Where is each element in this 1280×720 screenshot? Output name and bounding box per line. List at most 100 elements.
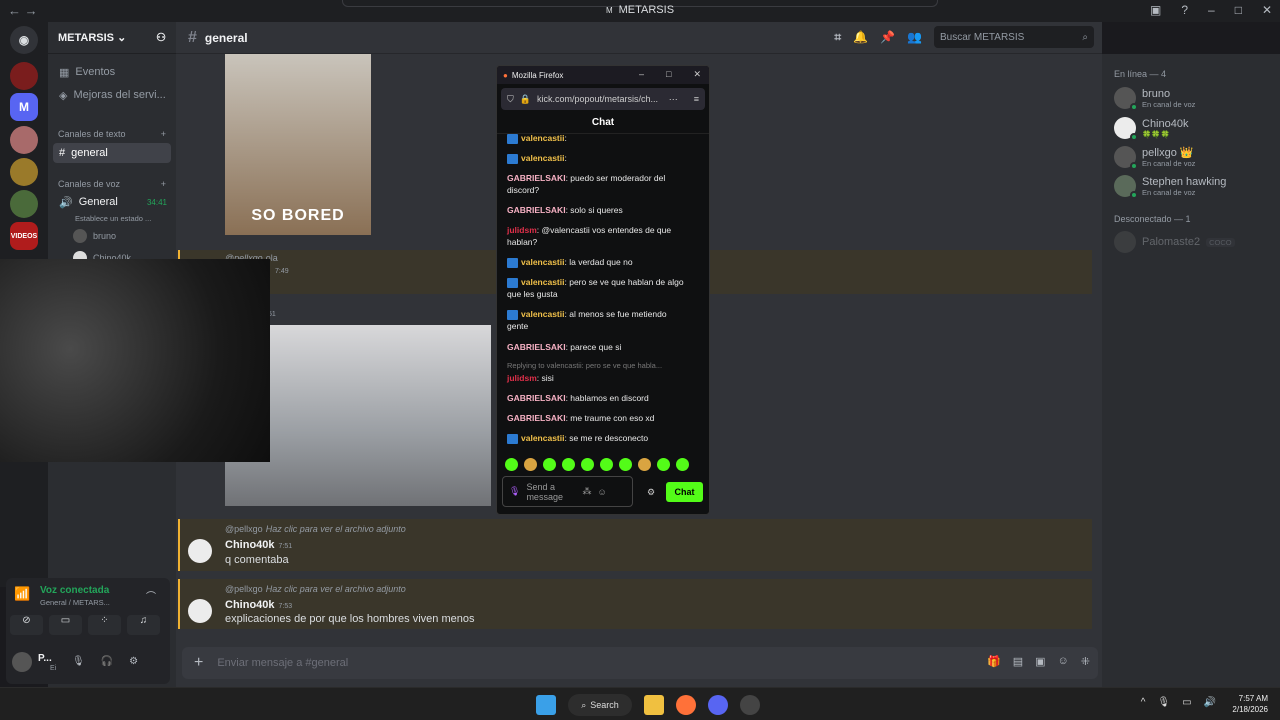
volume-icon[interactable]: 🔊 <box>1204 697 1216 708</box>
chat-username[interactable]: valencastii <box>521 133 564 143</box>
emote-icon[interactable] <box>619 458 632 471</box>
voice-title[interactable]: Voz conectada <box>40 585 109 596</box>
minimize-icon[interactable]: – <box>639 69 644 80</box>
chat-username[interactable]: valencastii <box>521 257 564 267</box>
windows-start-icon[interactable] <box>536 695 556 715</box>
mic-icon[interactable]: 🎙 <box>1157 697 1170 708</box>
server-icon-3[interactable] <box>10 126 38 154</box>
screen-share-button[interactable]: ▭ <box>49 615 82 635</box>
server-icon-videos[interactable]: VIDEOS <box>10 222 38 250</box>
emote-icon[interactable] <box>505 458 518 471</box>
chat-username[interactable]: valencastii <box>521 277 564 287</box>
soundboard-button[interactable]: ♫ <box>127 615 160 635</box>
maximize-icon[interactable]: □ <box>1235 3 1242 17</box>
firefox-icon[interactable] <box>676 695 696 715</box>
discord-home-icon[interactable]: ◉ <box>10 26 38 54</box>
avatar[interactable] <box>12 652 32 672</box>
clock[interactable]: 7:57 AM 2/18/2026 <box>1232 693 1268 715</box>
chat-username[interactable]: GABRIELSAKI <box>507 173 566 183</box>
emote-icon[interactable] <box>562 458 575 471</box>
member-palomaste[interactable]: Palomaste2 COCO <box>1114 228 1274 256</box>
emote-icon[interactable] <box>524 458 537 471</box>
emoji-icon[interactable]: ☺ <box>1058 655 1069 668</box>
voice-user-bruno[interactable]: bruno <box>53 226 171 246</box>
maximize-icon[interactable]: □ <box>666 69 671 80</box>
gif-image[interactable]: SO BORED <box>225 54 371 235</box>
disconnect-icon[interactable]: ⌒ <box>146 588 156 603</box>
composer-placeholder[interactable]: Enviar mensaje a #general <box>217 657 348 669</box>
more-icon[interactable]: ⋯ <box>669 94 678 105</box>
chat-username[interactable]: julidsm <box>507 373 537 383</box>
discord-icon[interactable] <box>708 695 728 715</box>
translate-icon[interactable]: ⁂ <box>582 486 591 497</box>
chat-username[interactable]: valencastii <box>521 433 564 443</box>
gif-icon[interactable]: ▤ <box>1013 655 1023 668</box>
threads-icon[interactable]: ⌗ <box>834 30 841 45</box>
emote-icon[interactable] <box>543 458 556 471</box>
close-icon[interactable]: ✕ <box>1262 3 1272 17</box>
close-icon[interactable]: ✕ <box>693 69 701 80</box>
mic-icon[interactable]: 🎙 <box>509 486 520 497</box>
activities-button[interactable]: ⁘ <box>88 615 121 635</box>
sticker-icon[interactable]: ▣ <box>1035 655 1045 668</box>
minimize-icon[interactable]: – <box>1208 3 1215 17</box>
firefox-titlebar[interactable]: ● Mozilla Firefox – □ ✕ <box>497 66 709 84</box>
search-input[interactable]: Buscar METARSIS ⌕ <box>934 26 1094 48</box>
send-chat-button[interactable]: Chat <box>666 482 703 502</box>
bell-icon[interactable]: 🔔 <box>853 30 868 44</box>
members-icon[interactable]: 👥 <box>907 30 922 44</box>
member-pellxgo[interactable]: pellxgo 👑 En canal de voz <box>1114 143 1274 171</box>
chat-username[interactable]: julidsm <box>507 225 537 235</box>
emote-icon[interactable] <box>581 458 594 471</box>
chat-username[interactable]: GABRIELSAKI <box>507 342 566 352</box>
headphones-icon[interactable]: 🎧 <box>101 656 113 667</box>
server-header[interactable]: METARSIS ⌄ ⚇ <box>48 22 176 54</box>
emote-icon[interactable] <box>600 458 613 471</box>
emoji-icon[interactable]: ☺ <box>597 487 606 497</box>
help-icon[interactable]: ? <box>1181 3 1188 17</box>
voice-category[interactable]: Canales de voz + <box>58 179 166 189</box>
chat-username[interactable]: valencastii <box>521 153 564 163</box>
chat-input[interactable]: 🎙 Send a message ⁂ ☺ <box>502 476 633 507</box>
emote-icon[interactable] <box>676 458 689 471</box>
emote-icon[interactable] <box>657 458 670 471</box>
app-icon[interactable] <box>740 695 760 715</box>
voice-status[interactable]: Establece un estado ... <box>53 208 171 228</box>
network-icon[interactable]: ▭ <box>1182 697 1191 708</box>
channel-general[interactable]: # general <box>53 143 171 163</box>
server-icon-5[interactable] <box>10 190 38 218</box>
text-category[interactable]: Canales de texto + <box>58 129 166 139</box>
url-bar[interactable]: ⛉ 🔒 kick.com/popout/metarsis/ch... ⋯ ≡ <box>501 88 705 110</box>
file-explorer-icon[interactable] <box>644 695 664 715</box>
member-bruno[interactable]: bruno En canal de voz <box>1114 84 1274 112</box>
apps-icon[interactable]: ⁜ <box>1081 655 1090 668</box>
reply-line[interactable]: @pellxgo Haz clic para ver el archivo ad… <box>225 523 406 535</box>
emote-icon[interactable] <box>638 458 651 471</box>
user-name[interactable]: P... <box>38 653 52 664</box>
inbox-icon[interactable]: ▣ <box>1150 3 1161 17</box>
gear-icon[interactable]: ⚙ <box>129 656 138 667</box>
settings-icon[interactable]: ⚙ <box>647 487 655 498</box>
member-stephen[interactable]: Stephen hawking En canal de voz <box>1114 172 1274 200</box>
reply-line[interactable]: @pellxgo Haz clic para ver el archivo ad… <box>225 583 406 595</box>
pin-icon[interactable]: 📌 <box>880 30 895 44</box>
member-chino[interactable]: Chino40k 🍀🍀🍀 <box>1114 114 1274 142</box>
server-icon-1[interactable] <box>10 62 38 90</box>
events-item[interactable]: ▦ Eventos <box>53 62 171 82</box>
server-icon-metarsis[interactable]: M <box>10 93 38 121</box>
plus-icon[interactable]: + <box>194 654 203 672</box>
chat-username[interactable]: GABRIELSAKI <box>507 205 566 215</box>
message-composer[interactable]: + Enviar mensaje a #general 🎁 ▤ ▣ ☺ ⁜ <box>182 647 1098 679</box>
avatar[interactable] <box>188 599 212 623</box>
chat-username[interactable]: valencastii <box>521 309 564 319</box>
chevron-up-icon[interactable]: ^ <box>1141 697 1146 708</box>
chat-username[interactable]: GABRIELSAKI <box>507 413 566 423</box>
taskbar-search[interactable]: ⌕ Search <box>568 694 632 716</box>
mic-icon[interactable]: 🎙 <box>72 656 85 667</box>
boosts-item[interactable]: ◈ Mejoras del servi... <box>53 85 171 105</box>
server-icon-4[interactable] <box>10 158 38 186</box>
voice-subtitle[interactable]: General / METARS... <box>40 598 110 607</box>
chat-username[interactable]: GABRIELSAKI <box>507 393 566 403</box>
camera-off-button[interactable]: ⊘ <box>10 615 43 635</box>
menu-icon[interactable]: ≡ <box>694 94 699 104</box>
